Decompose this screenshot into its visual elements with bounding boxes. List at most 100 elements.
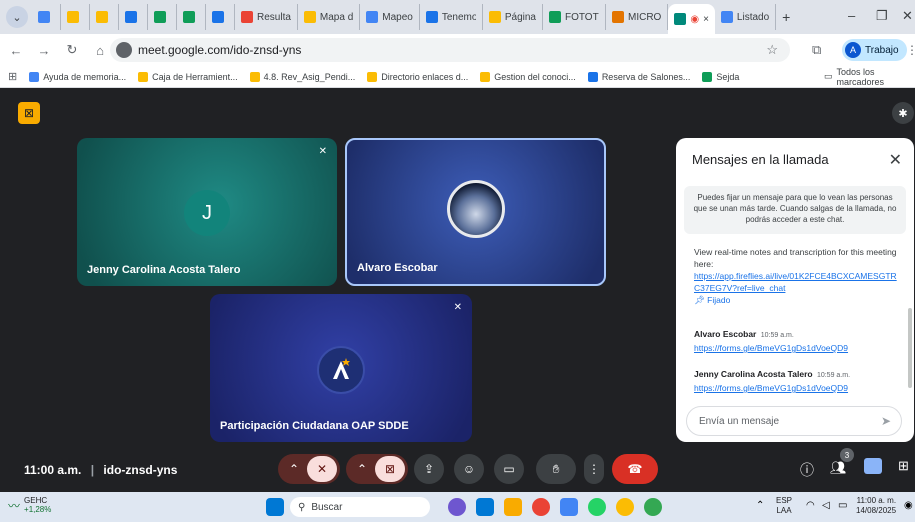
bookmark-item[interactable]: Caja de Herramient... bbox=[138, 71, 238, 82]
store-icon[interactable] bbox=[476, 498, 494, 516]
close-window-button[interactable]: ✕ bbox=[902, 8, 913, 24]
bookmark-favicon-icon bbox=[29, 71, 40, 82]
language-indicator[interactable]: ESP LAA bbox=[776, 496, 792, 516]
bookmark-item[interactable]: Sejda bbox=[702, 71, 740, 82]
activities-icon[interactable]: ⊞ bbox=[898, 458, 909, 474]
chat-scrollbar[interactable] bbox=[908, 308, 912, 388]
browser-tab[interactable]: Página bbox=[483, 4, 543, 30]
close-icon[interactable]: ✕ bbox=[889, 150, 902, 170]
bookmark-label: Sejda bbox=[716, 71, 740, 82]
pin-icon: 📌︎ bbox=[694, 295, 705, 305]
tab-active-meet[interactable]: ◉ × bbox=[668, 4, 715, 34]
meeting-info: 11:00 a.m. | ido-znsd-yns bbox=[24, 463, 177, 477]
browser-tab[interactable] bbox=[148, 4, 177, 30]
chrome-profile-2-icon[interactable] bbox=[644, 498, 662, 516]
leave-call-button[interactable]: ☎︎ bbox=[612, 454, 658, 484]
tray-chevron-icon[interactable]: ⌃ bbox=[756, 500, 764, 511]
tab-close-button[interactable]: × bbox=[703, 14, 709, 25]
tab-listado[interactable]: Listado bbox=[715, 4, 777, 30]
wifi-icon[interactable]: ◠ bbox=[806, 500, 815, 511]
tab-label: FOTOTI bbox=[564, 11, 599, 23]
url-input[interactable]: meet.google.com/ido-znsd-yns ☆ bbox=[110, 38, 790, 62]
bookmark-star-icon[interactable]: ☆ bbox=[766, 42, 778, 58]
camera-options-chevron-icon[interactable]: ⌃ bbox=[349, 462, 375, 476]
bookmark-item[interactable]: Ayuda de memoria... bbox=[29, 71, 126, 82]
pin-tools-icon[interactable]: ✱ bbox=[892, 102, 914, 124]
browser-tab[interactable]: Resulta bbox=[235, 4, 298, 30]
apps-grid-icon[interactable]: ⊞ bbox=[8, 70, 17, 83]
camera-off-button[interactable]: ⊠ bbox=[375, 456, 405, 482]
reactions-button[interactable]: ☺ bbox=[454, 454, 484, 484]
forward-button[interactable]: → bbox=[32, 43, 56, 58]
bookmark-label: Gestion del conoci... bbox=[494, 71, 576, 82]
home-button[interactable]: ⌂ bbox=[88, 43, 112, 58]
mic-off-button[interactable]: ✕ bbox=[307, 456, 337, 482]
raise-hand-button[interactable]: ✋︎ bbox=[536, 454, 576, 484]
tab-search-button[interactable]: ⌄ bbox=[6, 6, 28, 28]
participant-tile-alvaro[interactable]: Alvaro Escobar bbox=[345, 138, 606, 286]
browser-tab[interactable] bbox=[206, 4, 235, 30]
hide-self-view-button[interactable]: ⊠ bbox=[18, 102, 40, 124]
clock[interactable]: 11:00 a. m. 14/08/2025 bbox=[856, 496, 896, 516]
all-bookmarks-button[interactable]: ▭ Todos los marcadores bbox=[824, 67, 915, 87]
reload-button[interactable]: ↻ bbox=[60, 42, 84, 58]
browser-tab[interactable] bbox=[177, 4, 206, 30]
whatsapp-icon[interactable] bbox=[588, 498, 606, 516]
tab-label: Resulta bbox=[257, 11, 291, 23]
maximize-button[interactable]: ❐ bbox=[876, 8, 888, 24]
chat-message-input[interactable]: Envía un mensaje ➤ bbox=[686, 406, 902, 436]
file-explorer-icon[interactable] bbox=[504, 498, 522, 516]
copilot-icon[interactable] bbox=[448, 498, 466, 516]
site-info-icon[interactable] bbox=[116, 42, 132, 58]
mic-options-chevron-icon[interactable]: ⌃ bbox=[281, 462, 307, 476]
notification-icon[interactable]: ◉ bbox=[904, 500, 913, 511]
browser-tab[interactable]: Tenemo bbox=[420, 4, 483, 30]
battery-icon[interactable]: ▭ bbox=[838, 500, 847, 511]
tab-favicon-icon bbox=[125, 11, 137, 23]
chat-icon[interactable] bbox=[864, 458, 882, 474]
bookmark-item[interactable]: 4.8. Rev_Asig_Pendi... bbox=[249, 71, 355, 82]
present-screen-button[interactable]: ⇪ bbox=[414, 454, 444, 484]
chrome-icon[interactable] bbox=[532, 498, 550, 516]
bookmark-favicon-icon bbox=[587, 71, 598, 82]
message-link[interactable]: https://forms.gle/BmeVG1gDs1dVoeQD9 bbox=[694, 382, 898, 394]
people-count-badge: 3 bbox=[840, 448, 854, 462]
participant-tile-jenny[interactable]: ✕ J Jenny Carolina Acosta Talero bbox=[77, 138, 337, 286]
volume-icon[interactable]: ◁ bbox=[822, 500, 830, 511]
docs-icon[interactable] bbox=[560, 498, 578, 516]
browser-tab[interactable] bbox=[119, 4, 148, 30]
bookmark-favicon-icon bbox=[702, 71, 713, 82]
stock-widget[interactable]: 〰 GEHC +1,28% bbox=[8, 496, 51, 514]
browser-tab[interactable] bbox=[32, 4, 61, 30]
browser-tab[interactable] bbox=[90, 4, 119, 30]
pinned-link[interactable]: https://app.fireflies.ai/live/01K2FCE4BC… bbox=[694, 270, 898, 294]
message-time: 10:59 a.m. bbox=[760, 332, 794, 339]
browser-tab[interactable]: FOTOTI bbox=[543, 4, 606, 30]
taskbar-search[interactable]: ⚲ Buscar bbox=[290, 497, 430, 517]
browser-tab[interactable] bbox=[61, 4, 90, 30]
bookmark-item[interactable]: Directorio enlaces d... bbox=[367, 71, 468, 82]
profile-button[interactable]: A Trabajo bbox=[842, 39, 907, 61]
browser-tab[interactable]: MICRO bbox=[606, 4, 669, 30]
tab-label: MICRO bbox=[627, 11, 662, 23]
info-icon[interactable]: ⓘ bbox=[800, 460, 814, 480]
browser-tab[interactable]: Mapa d bbox=[298, 4, 361, 30]
bookmark-item[interactable]: Gestion del conoci... bbox=[480, 71, 576, 82]
windows-start-icon[interactable] bbox=[266, 498, 284, 516]
new-tab-button[interactable]: + bbox=[776, 4, 796, 30]
extensions-icon[interactable]: ⧉ bbox=[812, 42, 821, 58]
more-options-button[interactable]: ⋮ bbox=[584, 454, 604, 484]
captions-button[interactable]: ▭ bbox=[494, 454, 524, 484]
participant-tile-participacion[interactable]: ✕ Participación Ciudadana OAP SDDE bbox=[210, 294, 472, 442]
back-button[interactable]: ← bbox=[4, 43, 28, 58]
browser-tab[interactable]: Mapeo bbox=[360, 4, 420, 30]
message-link[interactable]: https://forms.gle/BmeVG1gDs1dVoeQD9 bbox=[694, 342, 898, 354]
browser-menu-icon[interactable]: ⋮ bbox=[906, 43, 915, 57]
people-button[interactable]: 👥︎ 3 bbox=[830, 448, 854, 476]
send-icon[interactable]: ➤ bbox=[881, 414, 891, 428]
minimize-button[interactable]: – bbox=[848, 8, 855, 23]
chrome-profile-icon[interactable] bbox=[616, 498, 634, 516]
tab-strip: Resulta Mapa d Mapeo Tenemo Página FOTOTI MICR… bbox=[32, 4, 669, 30]
bookmark-item[interactable]: Reserva de Salones... bbox=[587, 71, 690, 82]
meet-icon bbox=[674, 13, 687, 25]
